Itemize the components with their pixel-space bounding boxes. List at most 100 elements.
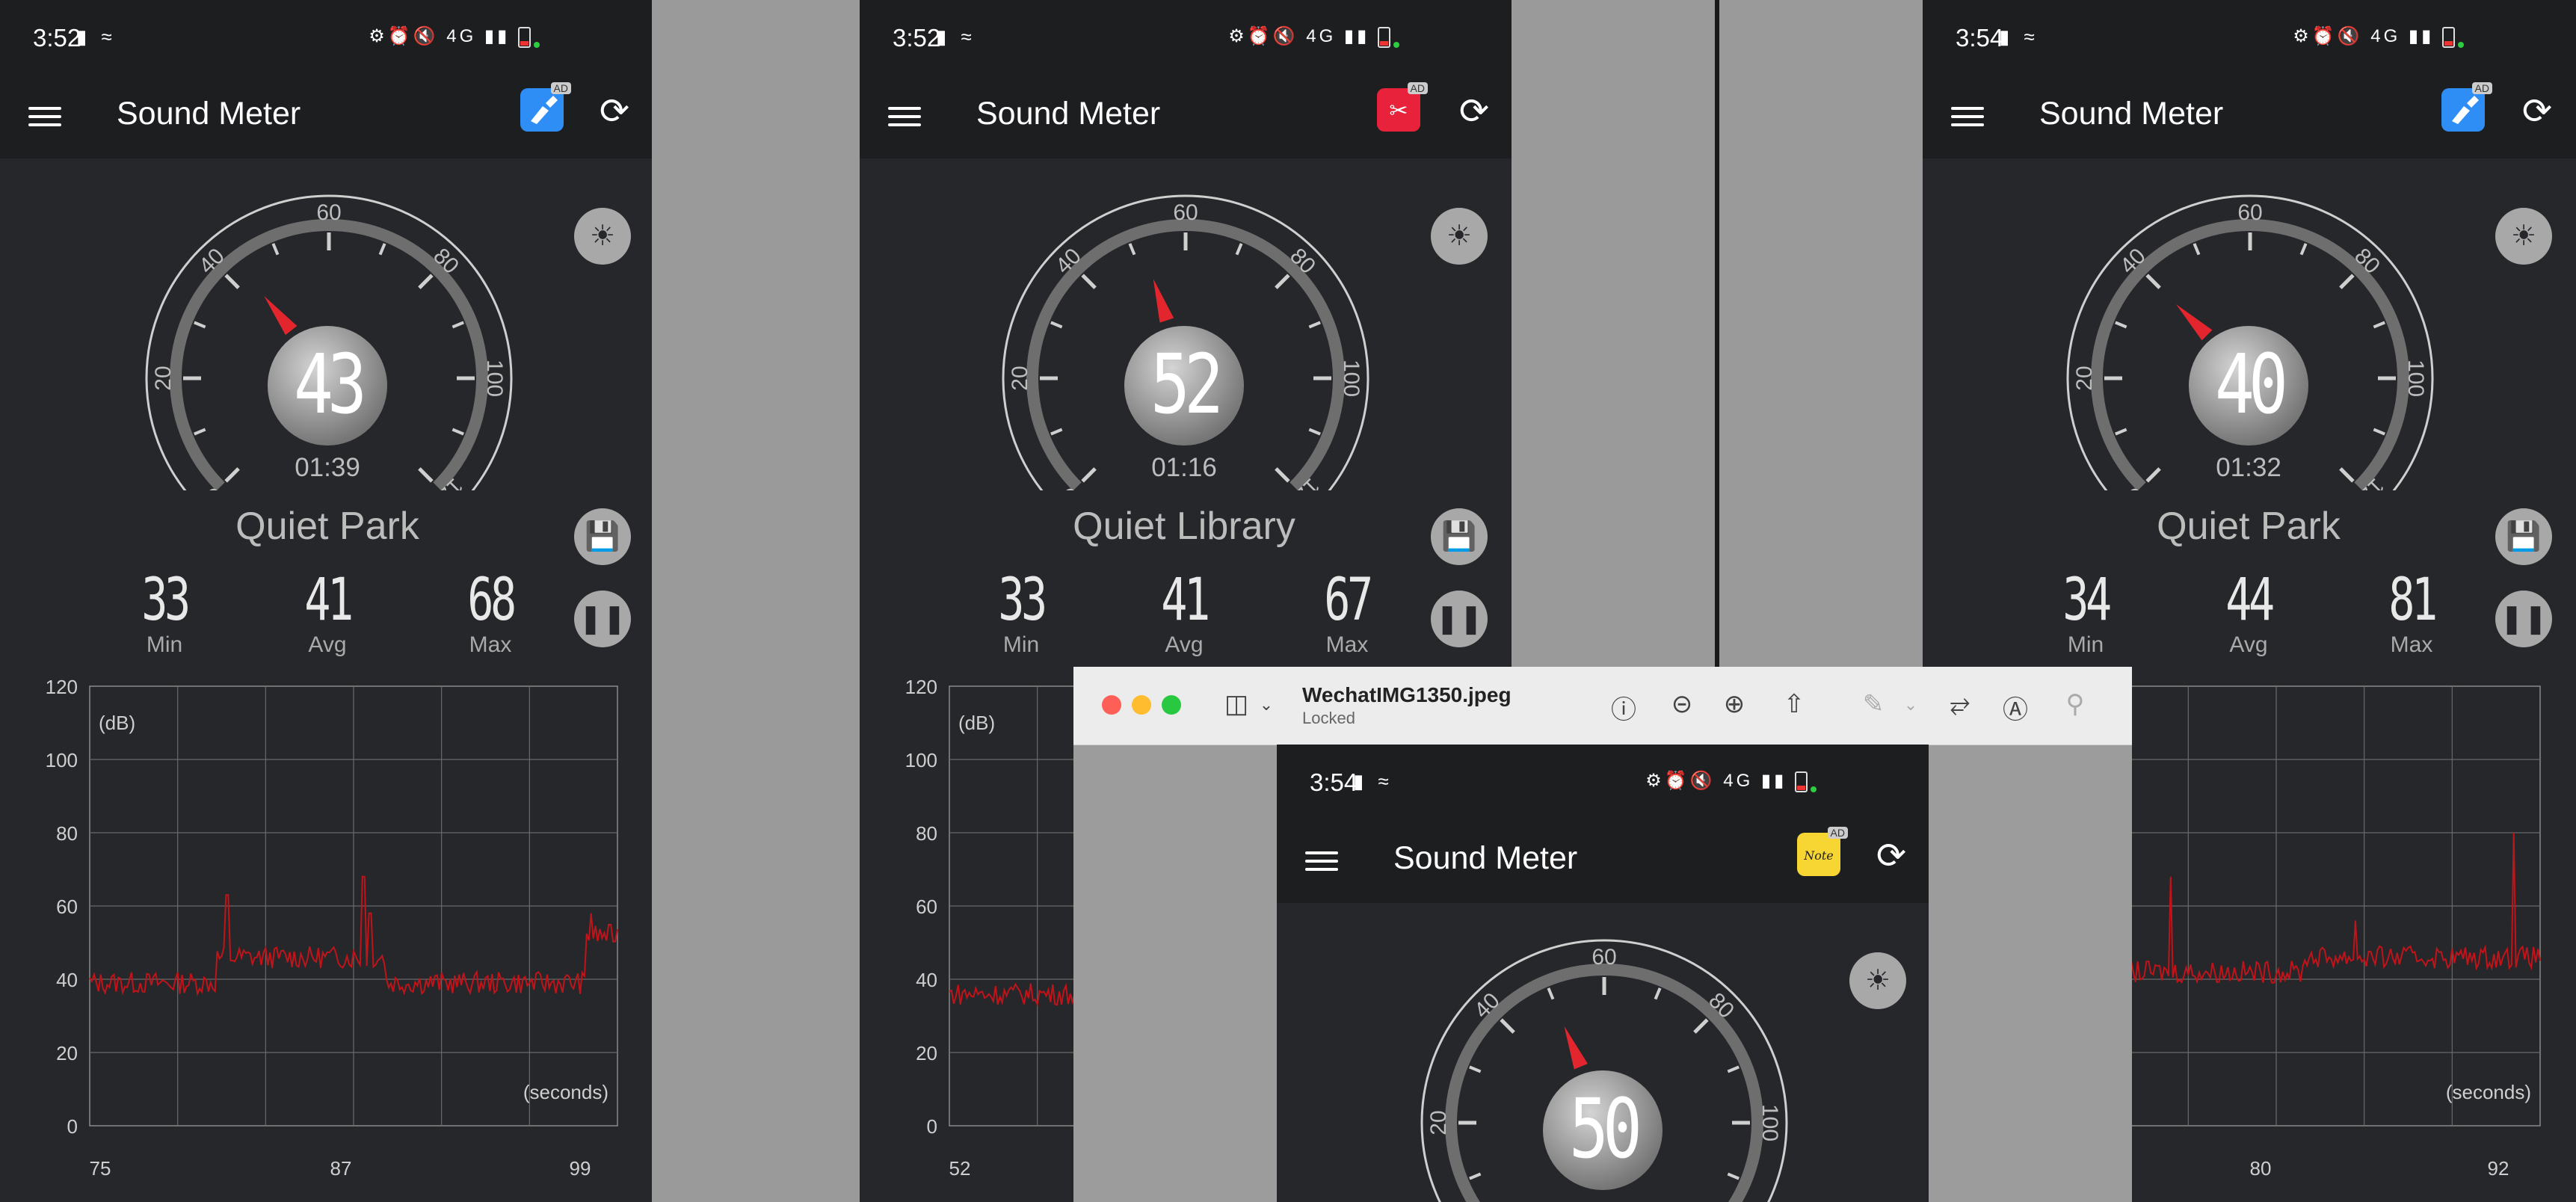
gauge-tick-label: 60 — [1591, 945, 1616, 970]
chart-unit-label: (dB) — [958, 712, 995, 734]
gauge-tick-label: 20 — [2072, 366, 2097, 390]
app-title: Sound Meter — [976, 96, 1161, 132]
app-bar: Sound Meter ✂ AD ⟳ — [860, 81, 1512, 158]
status-bar: 3:54 ▮ ≈ ⚙⏰🔇 4G ▮▮ — [1923, 0, 2576, 81]
chart-y-tick: 100 — [46, 749, 78, 771]
menu-icon[interactable] — [1951, 102, 1984, 132]
gauge-tick — [194, 428, 206, 436]
window-divider — [1715, 0, 1719, 667]
history-chart: 0 20 40 60 80 100 120 (dB) (seconds) 75 87 99 — [46, 676, 618, 1180]
calibrate-button[interactable]: ☀ — [574, 208, 631, 265]
status-left-icons: ▮ ≈ — [1353, 770, 1393, 792]
noise-level-description: Quiet Park — [2157, 505, 2341, 548]
menu-icon[interactable] — [28, 102, 61, 132]
noise-level-description: Quiet Library — [1073, 505, 1295, 548]
reading-value: 50 — [1569, 1081, 1642, 1177]
calibrate-button[interactable]: ☀ — [1849, 952, 1906, 1009]
refresh-icon[interactable]: ⟳ — [595, 93, 634, 132]
status-bar: 3:54 ▮ ≈ ⚙⏰🔇 4G ▮▮ — [1277, 745, 1929, 825]
battery-icon — [1795, 771, 1808, 792]
markup-pen-icon[interactable]: ✎ — [1857, 689, 1890, 719]
chart-x-tick: 87 — [330, 1157, 352, 1180]
gauge-tick — [1693, 1018, 1709, 1034]
zoom-out-icon[interactable]: ⊝ — [1666, 689, 1698, 719]
save-button[interactable]: 💾 — [1431, 508, 1488, 565]
chart-y-tick: 0 — [67, 1115, 78, 1138]
gauge-tick — [1235, 243, 1243, 256]
cleaner-ad-icon[interactable]: AD — [2441, 82, 2492, 132]
share-icon[interactable]: ⇧ — [1778, 689, 1811, 719]
avg-stat: 44 Avg — [2225, 567, 2275, 657]
chevron-down-icon[interactable]: ⌄ — [1250, 695, 1283, 715]
gauge-tick — [2193, 243, 2201, 256]
calibrate-button[interactable]: ☀ — [1431, 208, 1488, 265]
gauge-tick — [1469, 1065, 1482, 1073]
chart-x-tick: 80 — [2250, 1157, 2272, 1180]
sidebar-toggle-icon[interactable]: ◫ — [1220, 689, 1253, 719]
phone-screen-4: 3:54 ▮ ≈ ⚙⏰🔇 4G ▮▮ Sound Meter Note AD ⟳… — [1277, 745, 1929, 1202]
chart-y-tick: 40 — [56, 969, 78, 991]
cleaner-ad-icon[interactable]: AD — [520, 82, 571, 132]
menu-icon[interactable] — [888, 102, 921, 132]
battery-icon — [2442, 26, 2455, 48]
app-title: Sound Meter — [2039, 96, 2224, 132]
preview-toolbar: ◫ ⌄ WechatIMG1350.jpeg Locked ⓘ ⊝ ⊕ ⇧ ✎ … — [1073, 667, 2132, 745]
search-icon[interactable]: ⚲ — [2059, 689, 2092, 719]
calibrate-button[interactable]: ☀ — [2495, 208, 2552, 265]
gauge-tick — [452, 321, 464, 329]
gauge-tick — [2373, 428, 2385, 436]
rotate-icon[interactable]: ⥂ — [1944, 689, 1976, 718]
ad-badge: AD — [550, 82, 571, 94]
app-bar: Sound Meter AD ⟳ — [1923, 81, 2576, 158]
chart-y-tick: 80 — [916, 822, 937, 845]
chart-x-tick: 99 — [570, 1157, 591, 1180]
gauge-tick — [1547, 987, 1555, 1000]
gauge-tick-label: 100 — [1757, 1104, 1782, 1141]
preview-window: ◫ ⌄ WechatIMG1350.jpeg Locked ⓘ ⊝ ⊕ ⇧ ✎ … — [1073, 667, 2132, 1202]
note-ad-icon[interactable]: Note AD — [1797, 827, 1848, 876]
refresh-icon[interactable]: ⟳ — [1872, 837, 1911, 876]
gauge-tick — [1308, 321, 1321, 329]
status-bar: 3:52 ▮ ≈ ⚙⏰🔇 4G ▮▮ — [860, 0, 1512, 81]
info-icon[interactable]: ⓘ — [1607, 689, 1640, 726]
gauge-tick — [452, 428, 464, 436]
app-title: Sound Meter — [1393, 840, 1578, 876]
chart-y-tick: 0 — [927, 1115, 937, 1138]
markup-chevron-icon[interactable]: ⌄ — [1894, 695, 1927, 715]
markup-icon[interactable]: Ⓐ — [1999, 689, 2032, 726]
gauge-tick-label: 20 — [1008, 366, 1032, 390]
save-button[interactable]: 💾 — [574, 508, 631, 565]
pause-button[interactable]: ❚❚ — [2495, 591, 2552, 647]
menu-icon[interactable] — [1305, 846, 1338, 876]
gauge-tick — [1727, 1172, 1740, 1180]
gauge-tick — [1050, 428, 1063, 436]
gauge-tick — [1308, 428, 1321, 436]
zoom-window-button[interactable] — [1162, 695, 1181, 715]
zoom-in-icon[interactable]: ⊕ — [1718, 689, 1751, 719]
gauge-tick — [2145, 274, 2161, 289]
ad-badge: AD — [1407, 82, 1428, 94]
video-editor-ad-icon[interactable]: ✂ AD — [1377, 82, 1428, 132]
minimize-window-button[interactable] — [1132, 695, 1151, 715]
gauge-tick-label: 20 — [1426, 1110, 1451, 1135]
gauge-needle — [264, 296, 298, 336]
refresh-icon[interactable]: ⟳ — [2518, 93, 2557, 132]
pause-button[interactable]: ❚❚ — [1431, 591, 1488, 647]
chart-y-tick: 100 — [905, 749, 937, 771]
close-window-button[interactable] — [1102, 695, 1121, 715]
app-bar: Sound Meter AD ⟳ — [0, 81, 652, 158]
chart-x-tick: 75 — [90, 1157, 111, 1180]
save-button[interactable]: 💾 — [2495, 508, 2552, 565]
gauge-tick — [2115, 321, 2127, 329]
gauge-tick-label: 60 — [1173, 200, 1198, 225]
gauge-tick — [1469, 1172, 1482, 1180]
reading-value: 40 — [2215, 336, 2288, 432]
max-stat: 67 Max — [1324, 567, 1373, 657]
max-stat: 68 Max — [467, 567, 517, 657]
pause-button[interactable]: ❚❚ — [574, 591, 631, 647]
gauge-needle — [1564, 1026, 1588, 1070]
gauge-tick — [418, 274, 434, 289]
elapsed-timer: 01:39 — [295, 453, 360, 482]
gauge-tick — [271, 243, 280, 256]
refresh-icon[interactable]: ⟳ — [1455, 93, 1494, 132]
